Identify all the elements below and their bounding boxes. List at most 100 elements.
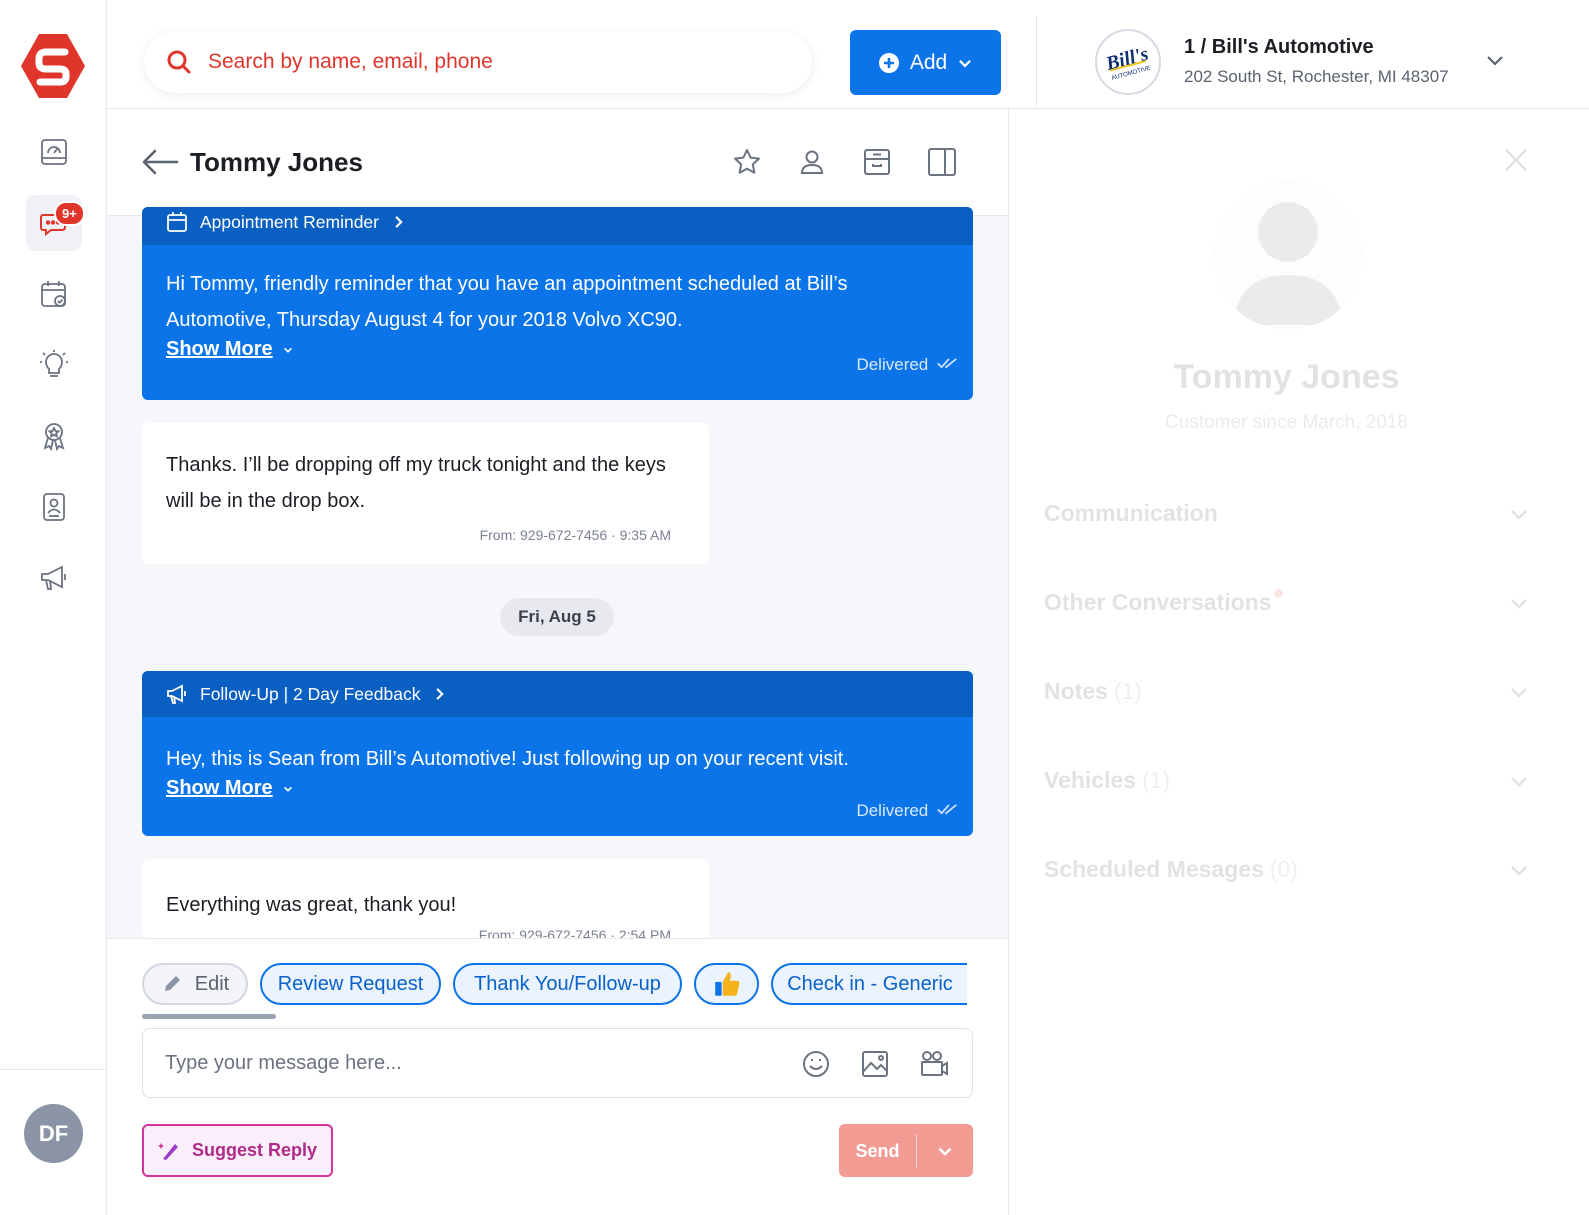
message-meta: From: 929-672-7456 · 2:54 PM <box>478 927 671 938</box>
bills-automotive-logo-icon: Bill's AUTOMOTIVE <box>1103 43 1152 82</box>
thumbs-up-chip[interactable] <box>694 963 759 1005</box>
section-vehicles[interactable]: Vehicles (1) <box>1044 767 1530 794</box>
user-avatar[interactable]: DF <box>24 1104 83 1163</box>
edit-chip[interactable]: Edit <box>142 963 248 1005</box>
chevron-down-icon <box>1511 598 1527 609</box>
quick-reply-chip[interactable]: Thank You/Follow-up <box>453 963 682 1005</box>
outgoing-message: Follow-Up | 2 Day Feedback Hey, this is … <box>142 671 973 836</box>
delivery-status: Delivered <box>856 355 959 375</box>
nav-messages[interactable]: 9+ <box>26 195 85 251</box>
message-label-bar[interactable]: Appointment Reminder <box>142 207 973 245</box>
video-icon[interactable] <box>919 1049 949 1079</box>
rail-divider <box>0 1069 106 1070</box>
message-text: Hi Tommy, friendly reminder that you hav… <box>166 273 848 331</box>
add-label: Add <box>909 50 948 74</box>
nav-insights[interactable] <box>26 337 82 393</box>
section-communication[interactable]: Communication <box>1044 500 1530 527</box>
customer-since: Customer since March, 2018 <box>1165 412 1408 433</box>
back-arrow-icon[interactable] <box>141 147 179 177</box>
chevron-down-icon <box>1511 687 1527 698</box>
double-check-icon <box>937 358 957 369</box>
suggest-reply-button[interactable]: Suggest Reply <box>142 1124 333 1177</box>
side-panel-icon[interactable] <box>927 147 957 177</box>
search-placeholder: Search by name, email, phone <box>208 50 493 73</box>
unread-dot <box>1273 589 1283 598</box>
nav-rewards[interactable] <box>26 408 82 464</box>
send-button[interactable]: Send <box>839 1124 973 1177</box>
add-button[interactable]: Add <box>850 30 1001 95</box>
chips-scrollbar[interactable] <box>142 1014 276 1019</box>
delivery-status: Delivered <box>856 801 959 821</box>
message-label: Appointment Reminder <box>200 211 379 232</box>
image-icon[interactable] <box>860 1049 890 1079</box>
archive-icon[interactable] <box>862 147 892 177</box>
nav-calendar[interactable] <box>26 266 82 322</box>
send-options[interactable] <box>917 1143 972 1159</box>
chevron-down-icon <box>1511 776 1527 787</box>
campaigns-icon <box>41 565 66 590</box>
message-placeholder: Type your message here... <box>165 1051 402 1074</box>
show-more-link[interactable]: Show More <box>166 777 273 799</box>
nav-contacts[interactable] <box>26 479 82 535</box>
shop-name[interactable]: 1 / Bill's Automotive <box>1184 36 1374 59</box>
search-input[interactable]: Search by name, email, phone <box>144 31 812 93</box>
dashboard-icon <box>41 139 67 165</box>
incoming-message: Thanks. I’ll be dropping off my truck to… <box>142 423 709 564</box>
magic-pen-icon <box>157 1142 178 1160</box>
message-label-bar[interactable]: Follow-Up | 2 Day Feedback <box>142 671 973 717</box>
shop-address: 202 South St, Rochester, MI 48307 <box>1184 67 1449 86</box>
incoming-message: Everything was great, thank you! From: 9… <box>142 859 709 938</box>
chevron-down-icon <box>1511 865 1527 876</box>
reply-area: Edit Review Request Thank You/Follow-up … <box>107 938 1008 1215</box>
user-silhouette-icon <box>1233 202 1343 325</box>
close-icon[interactable] <box>1503 147 1529 173</box>
s-logo-icon[interactable] <box>19 32 87 100</box>
profile-name: Tommy Jones <box>1173 358 1400 396</box>
message-text: Hey, this is Sean from Bill’s Automotive… <box>166 748 849 770</box>
section-other-conversations[interactable]: Other Conversations <box>1044 589 1530 616</box>
profile-avatar <box>1213 180 1363 330</box>
chevron-down-icon[interactable] <box>1485 50 1505 70</box>
shop-logo: Bill's AUTOMOTIVE <box>1095 29 1161 95</box>
contacts-icon <box>43 493 65 521</box>
section-scheduled-messages[interactable]: Scheduled Mesages (0) <box>1044 856 1530 883</box>
unread-badge: 9+ <box>54 201 85 226</box>
message-input[interactable]: Type your message here... <box>142 1028 973 1098</box>
emoji-icon[interactable] <box>801 1049 831 1079</box>
calendar-icon <box>167 212 187 232</box>
chevron-down-icon <box>938 1147 951 1156</box>
show-more-row: Show More <box>142 338 973 361</box>
quick-reply-chip[interactable]: Review Request <box>260 963 441 1005</box>
section-notes[interactable]: Notes (1) <box>1044 678 1530 705</box>
nav-dashboard[interactable] <box>26 124 82 180</box>
message-meta: From: 929-672-7456 · 9:35 AM <box>479 527 671 543</box>
insights-icon <box>40 350 68 377</box>
show-more-row: Show More <box>142 777 973 800</box>
message-text: Thanks. I’ll be dropping off my truck to… <box>166 454 666 512</box>
outgoing-message: Appointment Reminder Hi Tommy, friendly … <box>142 207 973 400</box>
conversation-panel: Tommy Jones Appointment Reminder Hi Tomm… <box>107 109 1009 1215</box>
show-more-link[interactable]: Show More <box>166 338 273 360</box>
star-icon[interactable] <box>732 147 762 177</box>
double-check-icon <box>937 804 957 815</box>
chevron-right-icon <box>436 688 445 700</box>
user-icon[interactable] <box>797 147 827 177</box>
thumbs-up-icon <box>714 972 739 996</box>
chevron-down-icon <box>959 59 972 67</box>
nav-campaigns[interactable] <box>26 550 82 606</box>
date-separator: Fri, Aug 5 <box>500 598 614 636</box>
contact-name: Tommy Jones <box>190 147 363 177</box>
chevron-down-icon <box>1511 509 1527 520</box>
search-icon <box>167 50 191 74</box>
profile-panel: Tommy Jones Customer since March, 2018 C… <box>1010 110 1589 1215</box>
chevron-down-icon <box>284 786 293 792</box>
conversation-header: Tommy Jones <box>107 109 1008 216</box>
message-text: Everything was great, thank you! <box>166 894 457 916</box>
quick-reply-chip[interactable]: Check in - Generic <box>771 963 967 1005</box>
rewards-icon <box>43 423 65 452</box>
message-label: Follow-Up | 2 Day Feedback <box>200 683 421 704</box>
plus-circle-icon <box>878 52 899 73</box>
chevron-down-icon <box>284 347 293 353</box>
calendar-icon <box>41 281 66 307</box>
pencil-icon <box>164 976 180 991</box>
